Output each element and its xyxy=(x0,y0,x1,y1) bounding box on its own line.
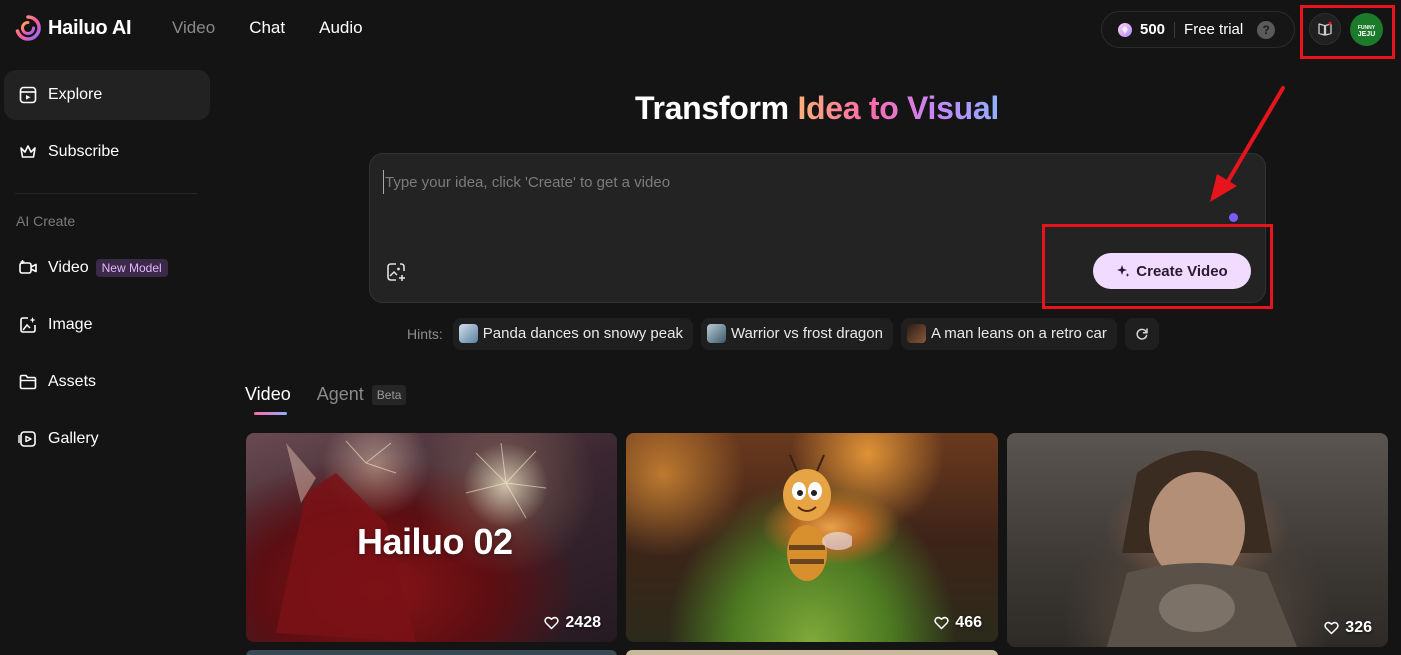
tab-label: Video xyxy=(245,384,291,404)
likes-count: 326 xyxy=(1345,619,1372,636)
sidebar-item-gallery[interactable]: Gallery xyxy=(4,414,210,464)
video-add-icon xyxy=(19,260,37,274)
sparkle-icon xyxy=(1117,265,1130,277)
tab-video[interactable]: Video xyxy=(245,384,291,415)
brand-logo[interactable]: Hailuo AI xyxy=(14,14,132,42)
user-avatar[interactable]: FUNNY JEJU xyxy=(1350,13,1383,46)
new-model-badge: New Model xyxy=(95,259,168,277)
title-gradient: Idea to Visual xyxy=(797,90,999,126)
folder-icon xyxy=(19,374,37,390)
create-video-label: Create Video xyxy=(1136,262,1228,280)
bee-character-illustration xyxy=(783,454,852,581)
likes-counter[interactable]: 466 xyxy=(934,614,982,632)
hint-chip[interactable]: A man leans on a retro car xyxy=(900,317,1117,350)
hint-chip-label: A man leans on a retro car xyxy=(930,325,1107,342)
sidebar-section-label: AI Create xyxy=(16,213,76,229)
sidebar-item-video[interactable]: Video New Model xyxy=(4,243,210,293)
tab-agent[interactable]: Agent xyxy=(317,384,364,405)
content-tabs: Video Agent Beta xyxy=(245,384,407,415)
sidebar-item-label: Image xyxy=(48,316,93,333)
hint-chip[interactable]: Panda dances on snowy peak xyxy=(452,317,693,350)
hint-thumbnail xyxy=(906,324,926,343)
hint-thumbnail xyxy=(706,324,726,343)
create-video-button[interactable]: Create Video xyxy=(1093,253,1251,289)
pill-divider xyxy=(1174,21,1176,38)
sidebar-item-subscribe[interactable]: Subscribe xyxy=(4,127,210,177)
title-plain: Transform xyxy=(635,90,789,126)
brand-name: Hailuo AI xyxy=(48,16,132,39)
video-card[interactable]: Hailuo 02 2428 xyxy=(246,433,617,642)
hint-chip[interactable]: Warrior vs frost dragon xyxy=(700,317,893,350)
top-nav: Video Chat Audio xyxy=(172,18,363,38)
page-title: Transform Idea to Visual xyxy=(0,90,1401,127)
video-card-peek[interactable] xyxy=(246,650,617,655)
likes-counter[interactable]: 326 xyxy=(1324,619,1372,637)
hailuo-logo-icon xyxy=(15,15,41,41)
hint-chip-label: Panda dances on snowy peak xyxy=(482,325,683,342)
nav-chat[interactable]: Chat xyxy=(249,18,285,38)
nav-video[interactable]: Video xyxy=(172,18,215,38)
heart-icon xyxy=(544,616,560,630)
hints-row: Hints: Panda dances on snowy peak Warrio… xyxy=(407,317,1159,350)
nav-audio[interactable]: Audio xyxy=(319,18,362,38)
video-card-title: Hailuo 02 xyxy=(357,521,513,562)
tab-label: Agent xyxy=(316,384,364,404)
credits-pill[interactable]: 500 Free trial ? xyxy=(1101,11,1295,48)
credits-amount: 500 xyxy=(1140,21,1166,38)
plan-label[interactable]: Free trial xyxy=(1184,21,1243,38)
crown-icon xyxy=(20,145,36,158)
refresh-hints-button[interactable] xyxy=(1124,317,1159,350)
girl-with-kitten-illustration xyxy=(1107,450,1297,647)
video-card[interactable]: 466 xyxy=(626,433,998,642)
heart-icon xyxy=(934,616,949,630)
gem-icon xyxy=(1118,22,1132,37)
likes-count: 466 xyxy=(955,614,982,631)
tab-active-underline xyxy=(254,412,287,415)
likes-count: 2428 xyxy=(565,614,601,631)
hint-thumbnail xyxy=(458,324,478,343)
sidebar-item-label: Gallery xyxy=(48,430,99,447)
book-icon xyxy=(1318,21,1332,36)
sidebar: Explore Subscribe AI Create Video New Mo… xyxy=(0,58,222,655)
hint-chip-label: Warrior vs frost dragon xyxy=(730,325,883,342)
beta-badge: Beta xyxy=(371,384,407,405)
hints-label: Hints: xyxy=(407,325,443,342)
sidebar-item-label: Video xyxy=(48,259,89,276)
sidebar-item-image[interactable]: Image xyxy=(4,300,210,350)
gallery-icon xyxy=(18,431,36,447)
heart-icon xyxy=(1324,621,1339,635)
app-root: Hailuo AI Video Chat Audio 500 Free tria… xyxy=(0,0,1401,655)
annotation-arrow xyxy=(1210,86,1285,202)
add-image-icon[interactable] xyxy=(385,261,407,283)
sidebar-item-label: Subscribe xyxy=(48,143,120,160)
sidebar-item-label: Assets xyxy=(48,373,97,390)
top-bar: Hailuo AI Video Chat Audio 500 Free tria… xyxy=(0,0,1401,59)
refresh-icon xyxy=(1136,327,1148,340)
status-dot xyxy=(1229,213,1238,222)
video-card-peek[interactable] xyxy=(626,650,998,655)
image-sparkle-icon xyxy=(20,317,36,333)
sidebar-divider xyxy=(15,193,197,194)
help-icon[interactable]: ? xyxy=(1257,20,1276,39)
sidebar-item-assets[interactable]: Assets xyxy=(4,357,210,407)
avatar-line2: JEJU xyxy=(1357,30,1376,38)
likes-counter[interactable]: 2428 xyxy=(544,614,601,632)
guide-book-button[interactable] xyxy=(1309,13,1341,45)
video-card[interactable]: 326 xyxy=(1007,433,1388,647)
prompt-input[interactable] xyxy=(383,170,1243,194)
